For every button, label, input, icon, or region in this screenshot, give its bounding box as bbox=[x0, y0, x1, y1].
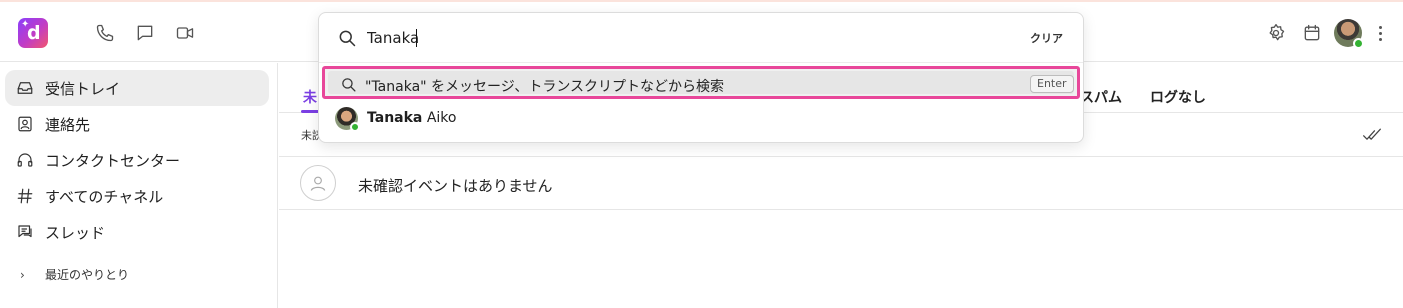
mark-all-read-icon[interactable] bbox=[1362, 125, 1382, 145]
online-status-indicator bbox=[350, 121, 360, 132]
contact-name: Tanaka Aiko bbox=[367, 110, 456, 126]
contact-name-rest: Aiko bbox=[426, 110, 457, 126]
sidebar-item-label: コンタクトセンター bbox=[45, 151, 181, 170]
search-icon bbox=[340, 76, 357, 93]
sidebar-item-label: すべてのチャネル bbox=[45, 187, 164, 206]
suggestion-body: "Tanaka" をメッセージ、トランスクリプトなどから検索 Enter bbox=[328, 71, 1074, 95]
tab-no-log[interactable]: ログなし bbox=[1150, 87, 1206, 107]
sidebar-item-all-channels[interactable]: すべてのチャネル bbox=[5, 178, 269, 214]
app-logo[interactable]: ✦ d bbox=[18, 18, 48, 48]
inbox-icon bbox=[15, 78, 35, 98]
headset-icon bbox=[15, 150, 35, 170]
search-bar: クリア bbox=[319, 13, 1083, 63]
more-icon[interactable] bbox=[1373, 24, 1387, 44]
threads-icon bbox=[15, 222, 35, 242]
online-status-indicator bbox=[1353, 38, 1364, 49]
sidebar-item-label: スレッド bbox=[45, 223, 106, 242]
sidebar-item-label: 連絡先 bbox=[45, 115, 91, 134]
search-everywhere-suggestion[interactable]: "Tanaka" をメッセージ、トランスクリプトなどから検索 Enter bbox=[322, 66, 1080, 99]
tab-unread[interactable]: 未 bbox=[303, 87, 317, 107]
recent-interactions-label: 最近のやりとり bbox=[45, 268, 130, 282]
user-avatar[interactable] bbox=[1334, 19, 1364, 49]
search-input[interactable] bbox=[367, 26, 967, 50]
chat-icon[interactable] bbox=[134, 22, 156, 44]
enter-key-hint: Enter bbox=[1030, 75, 1074, 93]
sidebar-item-contacts[interactable]: 連絡先 bbox=[5, 106, 269, 142]
contact-name-match: Tanaka bbox=[367, 110, 423, 126]
sidebar-item-contact-center[interactable]: コンタクトセンター bbox=[5, 142, 269, 178]
empty-state-row: 未確認イベントはありません bbox=[279, 157, 1403, 210]
text-caret bbox=[416, 29, 417, 47]
sidebar-item-label: 受信トレイ bbox=[45, 79, 121, 98]
sidebar-item-threads[interactable]: スレッド bbox=[5, 214, 269, 250]
video-icon[interactable] bbox=[174, 22, 196, 44]
phone-icon[interactable] bbox=[94, 22, 116, 44]
search-icon bbox=[337, 28, 357, 48]
suggestion-text: "Tanaka" をメッセージ、トランスクリプトなどから検索 bbox=[365, 79, 725, 95]
settings-icon[interactable] bbox=[1265, 22, 1287, 44]
tab-spam[interactable]: スパム bbox=[1080, 87, 1122, 107]
empty-state-message: 未確認イベントはありません bbox=[358, 177, 553, 195]
logo-letter: d bbox=[27, 22, 41, 44]
user-placeholder-icon bbox=[300, 165, 336, 201]
clear-button[interactable]: クリア bbox=[1030, 30, 1063, 46]
recent-interactions-toggle[interactable]: › 最近のやりとり bbox=[20, 266, 129, 283]
sidebar: 受信トレイ 連絡先 コンタクトセンター すべてのチャネル スレッド › 最近のや… bbox=[0, 63, 278, 308]
sidebar-item-inbox[interactable]: 受信トレイ bbox=[5, 70, 269, 106]
contact-avatar bbox=[335, 106, 360, 132]
chevron-right-icon: › bbox=[20, 267, 25, 282]
hash-icon bbox=[15, 186, 35, 206]
contacts-icon bbox=[15, 114, 35, 134]
contact-result[interactable]: Tanaka Aiko bbox=[335, 105, 456, 132]
calendar-icon[interactable] bbox=[1301, 22, 1323, 44]
search-dropdown: クリア "Tanaka" をメッセージ、トランスクリプトなどから検索 Enter… bbox=[318, 12, 1084, 143]
